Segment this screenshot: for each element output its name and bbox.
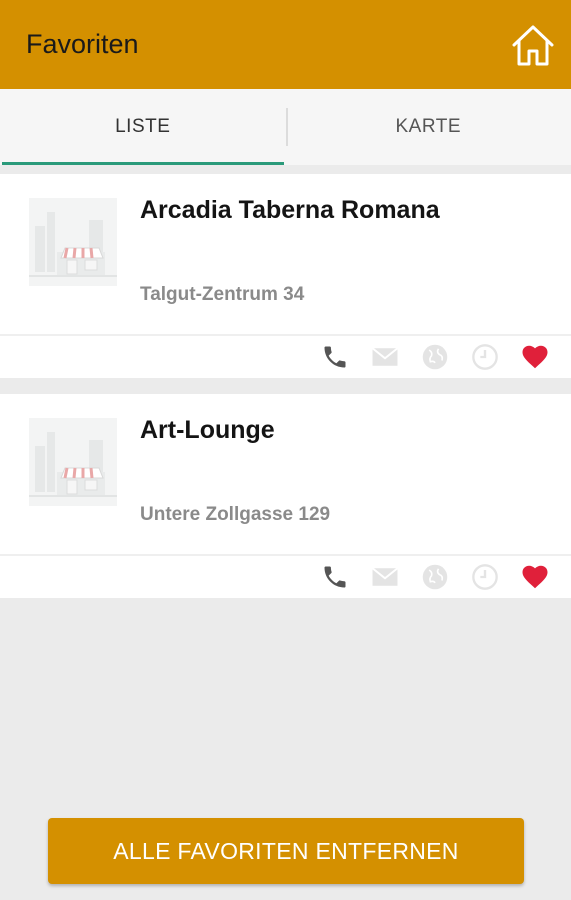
card-actions (0, 556, 571, 598)
email-button[interactable] (369, 561, 401, 593)
phone-icon (324, 566, 346, 588)
card-actions (0, 336, 571, 378)
clock-icon (472, 344, 498, 370)
remove-all-favorites-button[interactable]: ALLE FAVORITEN ENTFERNEN (48, 818, 524, 884)
tab-karte[interactable]: KARTE (286, 89, 571, 165)
restaurant-thumbnail (29, 418, 117, 506)
tab-divider (286, 108, 288, 146)
mail-icon (371, 347, 399, 366)
favorite-card[interactable]: Arcadia Taberna Romana Talgut-Zentrum 34 (0, 174, 571, 378)
tab-liste-label: LISTE (115, 116, 171, 137)
phone-icon (324, 346, 346, 368)
mail-icon (371, 567, 399, 586)
app-bar: Favoriten (0, 0, 571, 89)
globe-icon (422, 344, 448, 370)
home-button[interactable] (509, 21, 557, 69)
restaurant-address: Untere Zollgasse 129 (140, 504, 331, 525)
home-icon (512, 25, 554, 65)
email-button[interactable] (369, 341, 401, 373)
website-button[interactable] (419, 341, 451, 373)
restaurant-name: Art-Lounge (140, 416, 275, 444)
website-button[interactable] (419, 561, 451, 593)
favorite-toggle[interactable] (519, 341, 551, 373)
globe-icon (422, 564, 448, 590)
hours-button[interactable] (469, 561, 501, 593)
favorite-toggle[interactable] (519, 561, 551, 593)
heart-icon (522, 565, 548, 589)
restaurant-address: Talgut-Zentrum 34 (140, 284, 305, 305)
hours-button[interactable] (469, 341, 501, 373)
heart-icon (522, 345, 548, 369)
tab-karte-label: KARTE (395, 116, 461, 137)
page-title: Favoriten (26, 29, 139, 59)
tab-active-indicator (2, 162, 284, 165)
tab-liste[interactable]: LISTE (0, 89, 286, 165)
clock-icon (472, 564, 498, 590)
favorite-card[interactable]: Art-Lounge Untere Zollgasse 129 (0, 394, 571, 598)
call-button[interactable] (319, 561, 351, 593)
restaurant-name: Arcadia Taberna Romana (140, 196, 440, 224)
restaurant-thumbnail (29, 198, 117, 286)
call-button[interactable] (319, 341, 351, 373)
